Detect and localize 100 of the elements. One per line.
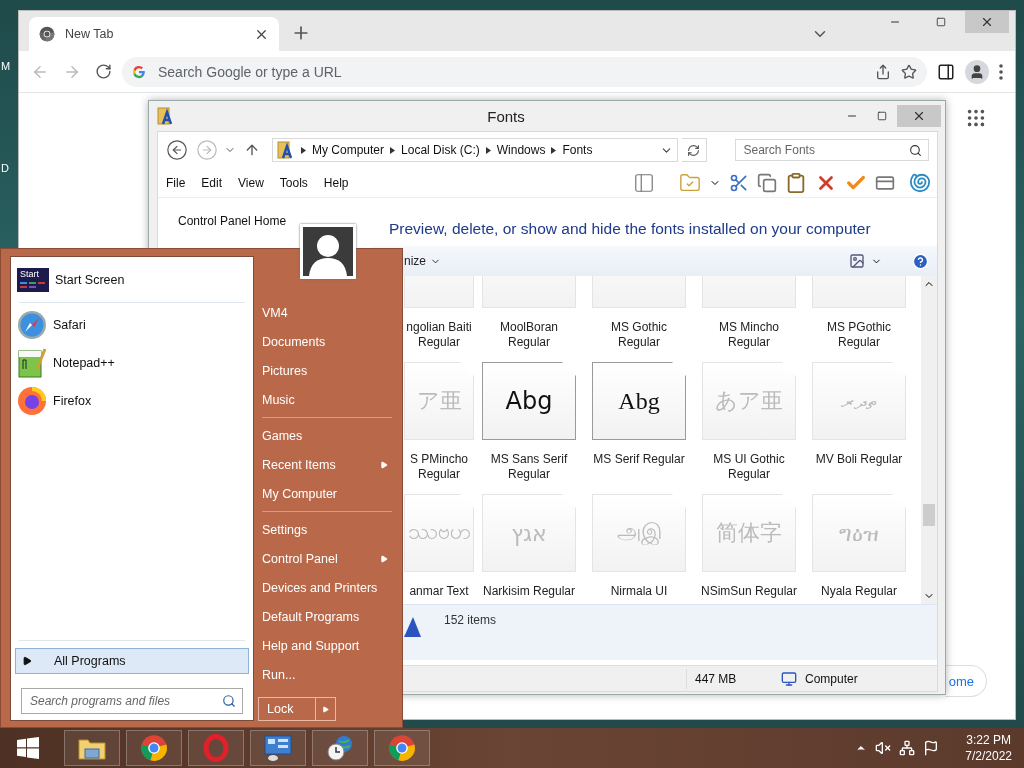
start-menu-item[interactable]: Music (258, 385, 396, 414)
start-menu-item[interactable]: Run... (258, 660, 396, 689)
customize-button[interactable]: ome (944, 665, 987, 697)
menu-item[interactable]: File (166, 173, 194, 192)
program-item[interactable]: Safari (15, 306, 249, 344)
copy-icon[interactable] (757, 172, 777, 193)
start-menu-item[interactable]: Pictures (258, 356, 396, 385)
start-menu-item[interactable]: Control Panel (258, 544, 396, 573)
shell-icon[interactable] (909, 171, 931, 194)
search-icon[interactable] (222, 694, 236, 708)
browser-tab[interactable]: New Tab (29, 17, 279, 51)
flag-icon[interactable] (923, 740, 940, 756)
breadcrumb-item[interactable]: Windows (496, 143, 546, 157)
refresh-button[interactable] (681, 138, 707, 162)
muted-speaker-icon[interactable] (875, 740, 892, 756)
font-item[interactable]: Abg MS Serif Regular (584, 356, 694, 488)
font-item[interactable]: ア亜 S PMincho Regular (404, 356, 474, 488)
taskbar-button[interactable] (64, 730, 120, 766)
back-button[interactable] (166, 139, 188, 161)
notepad-icon (17, 347, 47, 379)
breadcrumb-separator-icon[interactable] (485, 146, 491, 154)
font-item[interactable]: Abg MS Sans Serif Regular (474, 356, 584, 488)
font-item[interactable]: 简体字 NSimSun Regular (694, 488, 804, 604)
apps-grid-icon[interactable] (965, 107, 987, 129)
help-icon[interactable] (912, 252, 929, 270)
nav-link[interactable]: Control Panel Home (178, 214, 372, 228)
menu-item[interactable]: Help (323, 173, 357, 192)
share-icon[interactable] (875, 63, 891, 80)
address-input[interactable]: Search Google or type a URL (156, 62, 865, 81)
font-item[interactable]: அஇ Nirmala UI (584, 488, 694, 604)
font-item[interactable]: MS PGothic Regular (804, 276, 914, 356)
font-item[interactable]: ဿဗဟ anmar Text (404, 488, 474, 604)
start-menu-item[interactable]: Games (258, 421, 396, 450)
font-item[interactable]: MS Mincho Regular (694, 276, 804, 356)
font-item[interactable]: ግዕዝ Nyala Regular (804, 488, 914, 604)
font-name: MS Sans Serif Regular (489, 452, 569, 482)
menu-item[interactable]: Tools (279, 173, 316, 192)
windows-logo-icon[interactable] (16, 736, 40, 760)
start-menu-item[interactable]: Help and Support (258, 631, 396, 660)
power-options-button[interactable] (316, 697, 336, 721)
font-sample: ဿဗဟ (407, 517, 471, 546)
breadcrumb-separator-icon[interactable] (390, 146, 396, 154)
chrome-icon[interactable] (388, 734, 416, 762)
person-icon (969, 63, 985, 80)
taskbar-button[interactable] (312, 730, 368, 766)
firefox-icon (17, 386, 47, 416)
breadcrumb-separator-icon[interactable] (301, 146, 306, 154)
start-menu-item[interactable]: Recent Items (258, 450, 396, 479)
breadcrumb-item[interactable]: Local Disk (C:) (401, 143, 480, 157)
start-menu-item[interactable]: Devices and Printers (258, 573, 396, 602)
breadcrumb-separator-icon[interactable] (551, 146, 557, 154)
taskbar-button[interactable] (250, 730, 306, 766)
network-icon[interactable] (899, 740, 916, 756)
layout-icon[interactable] (633, 171, 655, 194)
cut-icon[interactable] (729, 172, 749, 193)
folder-check-icon[interactable] (679, 171, 701, 194)
chrome-logo-icon[interactable] (39, 26, 55, 42)
search-input[interactable]: Search Fonts (741, 142, 909, 158)
font-item[interactable]: ngolian Baiti Regular (404, 276, 474, 356)
address-bar[interactable]: Search Google or type a URL (122, 56, 927, 87)
search-icon[interactable] (909, 143, 922, 157)
font-item[interactable]: MoolBoran Regular (474, 276, 584, 356)
view-icon[interactable] (849, 253, 865, 269)
program-item[interactable]: Start Start Screen (15, 261, 249, 299)
start-menu-item[interactable]: Documents (258, 327, 396, 356)
font-sample: ތދރ (841, 388, 877, 414)
bookmark-star-icon[interactable] (901, 63, 917, 80)
breadcrumb-item[interactable]: Fonts (562, 143, 593, 157)
breadcrumb-item[interactable]: My Computer (312, 143, 385, 157)
search-field[interactable]: Search programs and files (21, 688, 243, 714)
lock-button[interactable]: Lock (258, 697, 316, 721)
more-icon (999, 63, 1003, 80)
program-item[interactable]: Firefox (15, 382, 249, 420)
triangle-icon (322, 705, 329, 713)
search-input[interactable]: Search programs and files (28, 693, 222, 709)
search-field[interactable]: Search Fonts (734, 139, 929, 161)
start-menu-item[interactable]: Default Programs (258, 602, 396, 631)
clock[interactable]: 3:22 PM 7/2/2022 (965, 732, 1012, 764)
compass-icon (17, 310, 47, 340)
start-menu-item[interactable]: My Computer (258, 479, 396, 508)
reload-icon (95, 63, 112, 80)
organize-button[interactable]: nize (404, 254, 441, 268)
all-programs-button[interactable]: All Programs (15, 648, 249, 674)
font-item[interactable]: MS Gothic Regular (584, 276, 694, 356)
start-menu-item[interactable]: Settings (258, 515, 396, 544)
scroll-thumb[interactable] (923, 504, 935, 526)
menu-item[interactable]: View (238, 173, 272, 192)
scrollbar[interactable] (921, 276, 937, 604)
font-name: Nyala Regular (819, 584, 898, 599)
taskbar-button[interactable] (374, 730, 430, 766)
chrome-icon[interactable] (140, 734, 168, 762)
menu-item[interactable]: Edit (201, 173, 231, 192)
location-icon (277, 140, 295, 160)
taskbar-button[interactable] (126, 730, 182, 766)
start-menu-item[interactable]: VM4 (258, 298, 396, 327)
paste-icon[interactable] (785, 171, 807, 194)
profile-button[interactable] (965, 59, 989, 84)
program-item[interactable]: Notepad++ (15, 344, 249, 382)
address-bar[interactable]: My Computer Local Disk (C:) Windows Fonts (272, 138, 678, 162)
font-item[interactable]: あア亜 MS UI Gothic Regular (694, 356, 804, 488)
